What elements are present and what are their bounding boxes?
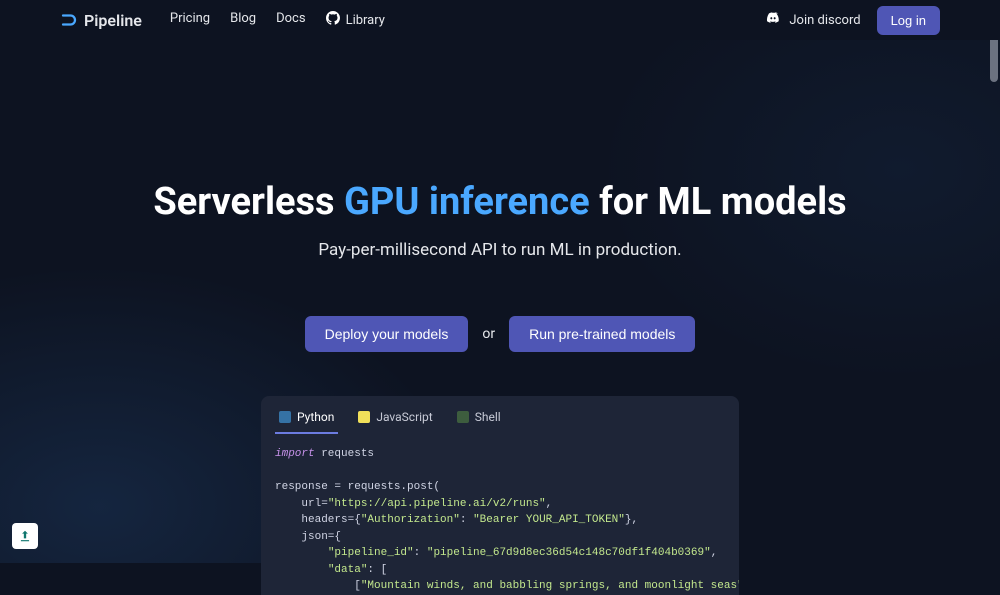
tab-shell[interactable]: Shell <box>453 404 505 434</box>
tab-python[interactable]: Python <box>275 404 338 434</box>
or-text: or <box>482 326 495 342</box>
hero-subtitle: Pay-per-millisecond API to run ML in pro… <box>0 240 1000 260</box>
tab-javascript[interactable]: JavaScript <box>354 404 436 434</box>
javascript-icon <box>358 411 370 423</box>
nav-links: Pricing Blog Docs Library <box>170 11 385 29</box>
discord-icon <box>765 10 781 30</box>
hero: Serverless GPU inference for ML models P… <box>0 180 1000 595</box>
tab-shell-label: Shell <box>475 410 501 424</box>
deploy-button[interactable]: Deploy your models <box>305 316 469 352</box>
shell-icon <box>457 411 469 423</box>
pipeline-logo-icon <box>60 11 78 29</box>
join-discord-button[interactable]: Join discord <box>765 10 860 30</box>
github-icon <box>326 11 340 29</box>
tab-python-label: Python <box>297 410 334 424</box>
code-block: import requests response = requests.post… <box>261 434 739 595</box>
code-panel: Python JavaScript Shell import requests … <box>261 396 739 595</box>
brand-name: Pipeline <box>84 11 142 30</box>
hero-title: Serverless GPU inference for ML models <box>0 180 1000 224</box>
hero-title-part3: for ML models <box>590 180 847 224</box>
run-pretrained-button[interactable]: Run pre-trained models <box>509 316 695 352</box>
navbar: Pipeline Pricing Blog Docs Library Join … <box>0 0 1000 40</box>
nav-library-label: Library <box>346 13 385 28</box>
code-tabs: Python JavaScript Shell <box>261 396 739 434</box>
nav-right: Join discord Log in <box>765 6 940 35</box>
brand-logo[interactable]: Pipeline <box>60 11 142 30</box>
hero-title-accent: GPU inference <box>344 180 590 224</box>
login-button[interactable]: Log in <box>877 6 940 35</box>
nav-pricing[interactable]: Pricing <box>170 11 210 29</box>
discord-label: Join discord <box>789 13 860 28</box>
nav-library[interactable]: Library <box>326 11 385 29</box>
python-icon <box>279 411 291 423</box>
nav-blog[interactable]: Blog <box>230 11 256 29</box>
hero-title-part1: Serverless <box>153 180 344 224</box>
tab-js-label: JavaScript <box>376 410 432 424</box>
nav-docs[interactable]: Docs <box>276 11 305 29</box>
hero-ctas: Deploy your models or Run pre-trained mo… <box>0 316 1000 352</box>
